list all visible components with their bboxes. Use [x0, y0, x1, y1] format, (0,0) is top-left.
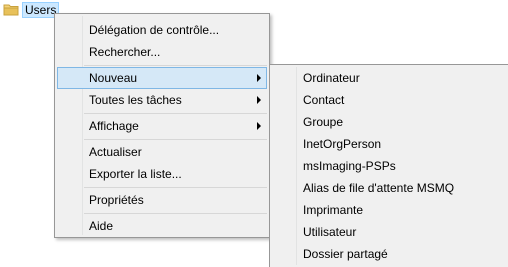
menu-item-rechercher[interactable]: Rechercher...	[57, 41, 267, 63]
menu-item-delegation[interactable]: Délégation de contrôle...	[57, 19, 267, 41]
menu-item-label: Imprimante	[303, 203, 364, 217]
menu-item-label: Exporter la liste...	[89, 167, 182, 181]
menu-item-label: Rechercher...	[89, 45, 161, 59]
submenu-item-ordinateur[interactable]: Ordinateur	[272, 67, 506, 89]
menu-item-label: Toutes les tâches	[89, 93, 182, 107]
menu-item-proprietes[interactable]: Propriétés	[57, 189, 267, 211]
submenu-item-alias-msmq[interactable]: Alias de file d'attente MSMQ	[272, 177, 506, 199]
submenu-item-msimaging-psps[interactable]: msImaging-PSPs	[272, 155, 506, 177]
menu-item-label: msImaging-PSPs	[303, 159, 396, 173]
menu-item-label: Ordinateur	[303, 71, 360, 85]
submenu-item-utilisateur[interactable]: Utilisateur	[272, 221, 506, 243]
submenu-item-inetorgperson[interactable]: InetOrgPerson	[272, 133, 506, 155]
submenu-item-contact[interactable]: Contact	[272, 89, 506, 111]
folder-icon	[3, 2, 19, 18]
menu-separator	[84, 113, 267, 114]
tree-node-users[interactable]: Users	[3, 2, 60, 18]
menu-item-label: Actualiser	[89, 145, 142, 159]
menu-item-nouveau[interactable]: Nouveau	[57, 67, 267, 89]
menu-separator	[84, 213, 267, 214]
menu-item-toutes-les-taches[interactable]: Toutes les tâches	[57, 89, 267, 111]
context-menu: Délégation de contrôle... Rechercher... …	[54, 13, 270, 238]
menu-item-label: Contact	[303, 93, 345, 107]
menu-item-affichage[interactable]: Affichage	[57, 115, 267, 137]
menu-item-label: Aide	[89, 219, 114, 233]
menu-separator	[84, 139, 267, 140]
submenu-arrow-icon	[257, 122, 261, 130]
menu-item-actualiser[interactable]: Actualiser	[57, 141, 267, 163]
submenu-arrow-icon	[257, 74, 261, 82]
menu-item-exporter-la-liste[interactable]: Exporter la liste...	[57, 163, 267, 185]
menu-item-label: Utilisateur	[303, 225, 357, 239]
menu-item-label: Alias de file d'attente MSMQ	[303, 181, 455, 195]
submenu-arrow-icon	[257, 96, 261, 104]
menu-item-label: Nouveau	[89, 71, 138, 85]
menu-item-label: Groupe	[303, 115, 344, 129]
menu-item-aide[interactable]: Aide	[57, 215, 267, 237]
menu-item-label: InetOrgPerson	[303, 137, 382, 151]
submenu-item-dossier-partage[interactable]: Dossier partagé	[272, 243, 506, 265]
menu-separator	[84, 65, 267, 66]
menu-item-label: Délégation de contrôle...	[89, 23, 220, 37]
submenu-item-groupe[interactable]: Groupe	[272, 111, 506, 133]
menu-separator	[84, 187, 267, 188]
menu-item-label: Dossier partagé	[303, 247, 388, 261]
menu-item-label: Propriétés	[89, 193, 144, 207]
submenu-nouveau: Ordinateur Contact Groupe InetOrgPerson …	[269, 64, 508, 267]
menu-item-label: Affichage	[89, 119, 139, 133]
submenu-item-imprimante[interactable]: Imprimante	[272, 199, 506, 221]
